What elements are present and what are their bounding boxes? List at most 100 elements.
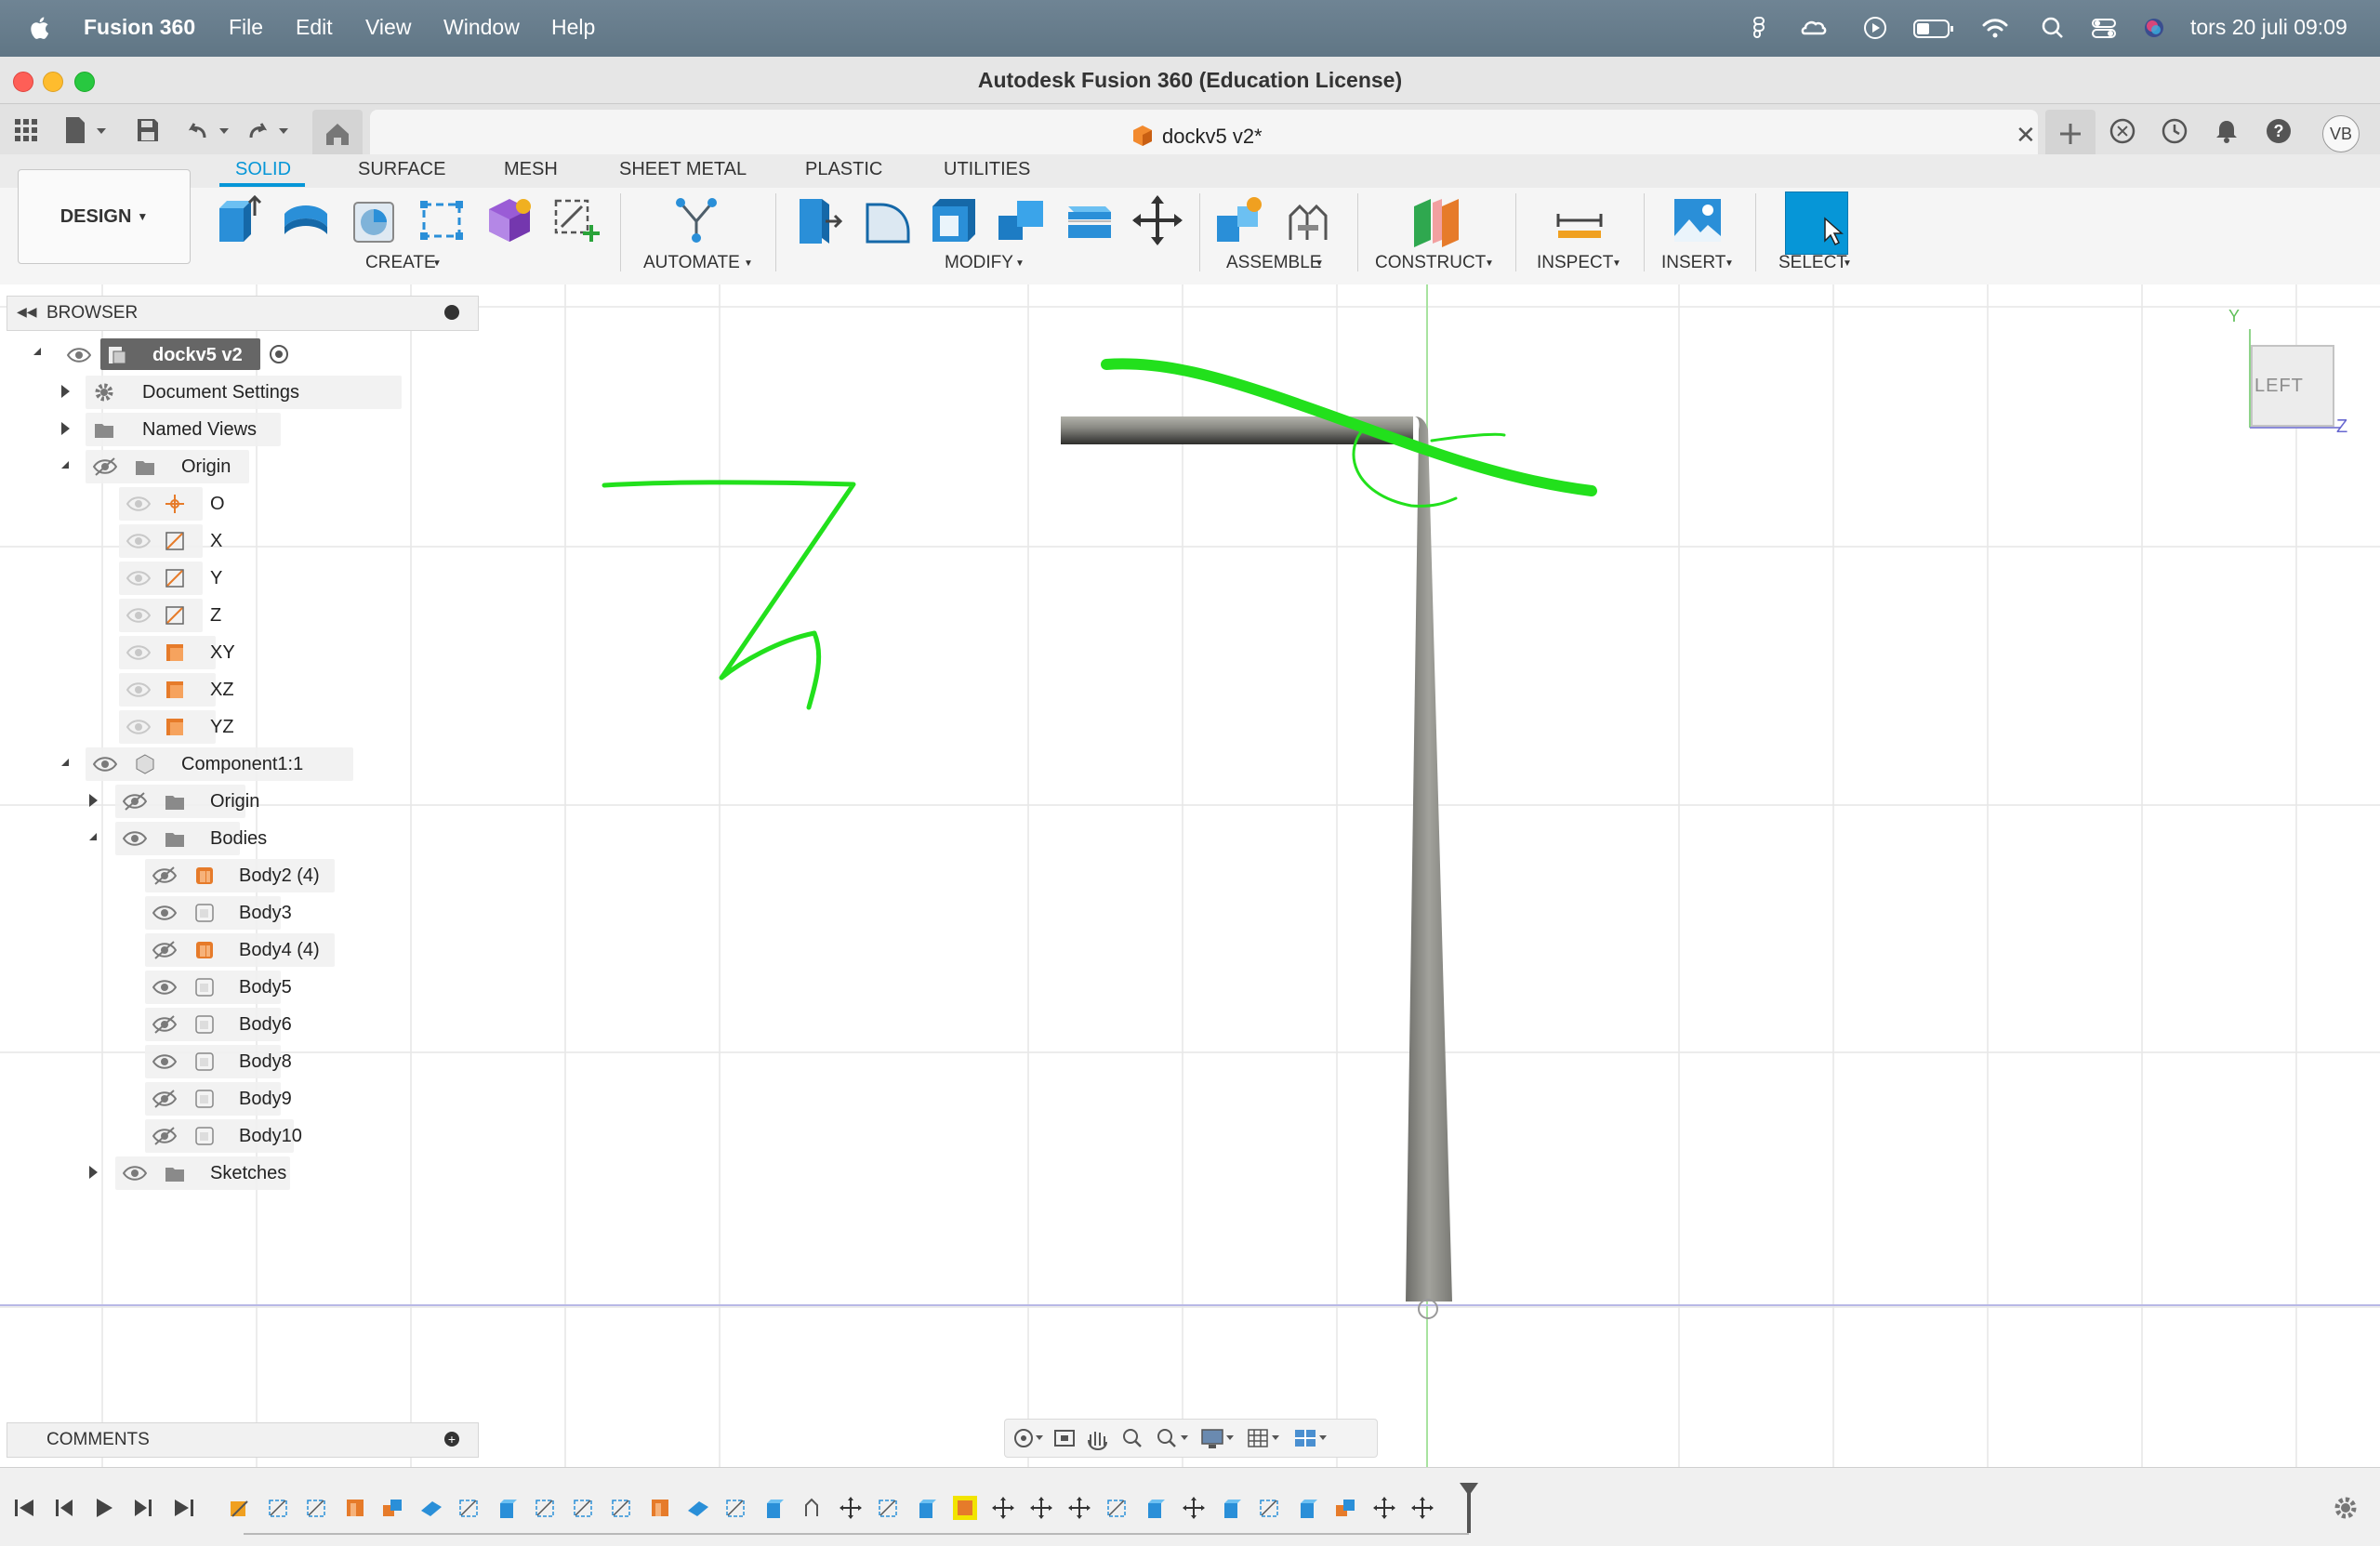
timeline-feature[interactable]: [1372, 1496, 1396, 1520]
timeline-feature[interactable]: [496, 1496, 520, 1520]
comments-panel-header[interactable]: COMMENTS +: [7, 1422, 479, 1458]
last-step-icon[interactable]: [175, 1500, 193, 1516]
tree-row[interactable]: Body2 (4): [0, 857, 483, 894]
tree-row[interactable]: Body6: [0, 1006, 483, 1043]
insert-image-icon[interactable]: [1671, 193, 1725, 247]
timeline-feature[interactable]: [800, 1496, 825, 1520]
visibility-eye-icon[interactable]: [152, 1014, 177, 1035]
battery-icon[interactable]: [1913, 19, 1954, 39]
zoom-window-icon[interactable]: [1157, 1429, 1188, 1447]
timeline-feature[interactable]: [1220, 1496, 1244, 1520]
wifi-icon[interactable]: [1981, 15, 2009, 41]
next-step-icon[interactable]: [135, 1500, 152, 1516]
tab-sheet-metal[interactable]: SHEET METAL: [619, 159, 747, 180]
measure-icon[interactable]: [1553, 193, 1606, 247]
expanded-arrow-icon[interactable]: [61, 461, 69, 469]
timeline-feature[interactable]: [457, 1496, 482, 1520]
group-insert[interactable]: INSERT: [1661, 253, 1726, 273]
viewports-icon[interactable]: [1295, 1430, 1327, 1447]
spotlight-icon[interactable]: [2039, 15, 2067, 41]
collapsed-arrow-icon[interactable]: [61, 422, 70, 435]
creative-cloud-icon[interactable]: [1800, 15, 1828, 41]
timeline-feature[interactable]: [1410, 1496, 1435, 1520]
timeline-feature[interactable]: [1144, 1496, 1168, 1520]
timeline-settings-gear-icon[interactable]: [2332, 1494, 2360, 1522]
form-icon[interactable]: [483, 193, 536, 247]
timeline-feature[interactable]: [534, 1496, 558, 1520]
visibility-eye-icon[interactable]: [152, 940, 177, 960]
collapse-panel-icon[interactable]: ◀◀: [17, 304, 37, 320]
shell-icon[interactable]: [927, 193, 981, 247]
notifications-icon[interactable]: [2213, 117, 2241, 145]
zoom-icon[interactable]: [1123, 1429, 1142, 1447]
undo-icon[interactable]: [186, 117, 232, 143]
timeline-feature[interactable]: [877, 1496, 901, 1520]
collapsed-arrow-icon[interactable]: [61, 385, 70, 398]
visibility-eye-icon[interactable]: [152, 865, 177, 886]
tab-solid[interactable]: SOLID: [235, 159, 291, 180]
job-status-icon[interactable]: [2161, 117, 2188, 145]
timeline-feature[interactable]: [648, 1496, 672, 1520]
tree-row[interactable]: O: [0, 485, 483, 522]
tree-row[interactable]: Body10: [0, 1117, 483, 1155]
create-sketch-icon[interactable]: [415, 193, 469, 247]
add-comment-icon[interactable]: +: [444, 1432, 459, 1447]
new-tab-button[interactable]: [2045, 110, 2096, 158]
tab-plastic[interactable]: PLASTIC: [805, 159, 882, 180]
press-pull-icon[interactable]: [792, 193, 846, 247]
display-settings-icon[interactable]: [1201, 1429, 1234, 1448]
timeline-feature[interactable]: [610, 1496, 634, 1520]
visibility-eye-icon[interactable]: [123, 828, 147, 849]
split-body-icon[interactable]: [1063, 193, 1117, 247]
menu-view[interactable]: View: [365, 15, 411, 40]
save-icon[interactable]: [136, 117, 160, 143]
visibility-eye-icon[interactable]: [126, 494, 151, 514]
menu-window[interactable]: Window: [443, 15, 520, 40]
group-select[interactable]: SELECT: [1778, 253, 1847, 273]
menu-help[interactable]: Help: [551, 15, 595, 40]
visibility-eye-icon[interactable]: [126, 531, 151, 551]
timeline-feature[interactable]: [572, 1496, 596, 1520]
tree-row[interactable]: X: [0, 522, 483, 560]
grid-settings-icon[interactable]: [1248, 1429, 1279, 1447]
collapsed-arrow-icon[interactable]: [89, 794, 98, 807]
group-create[interactable]: CREATE: [365, 253, 436, 273]
timeline-feature[interactable]: [419, 1496, 443, 1520]
timeline-feature[interactable]: [267, 1496, 291, 1520]
automate-icon[interactable]: [669, 193, 723, 247]
control-center-icon[interactable]: [2090, 15, 2118, 41]
redo-icon[interactable]: [245, 117, 292, 143]
combine-icon[interactable]: [995, 193, 1049, 247]
new-component-icon[interactable]: [212, 193, 266, 247]
tab-utilities[interactable]: UTILITIES: [944, 159, 1030, 180]
tree-row[interactable]: YZ: [0, 708, 483, 746]
siri-icon[interactable]: [2140, 15, 2168, 41]
group-modify[interactable]: MODIFY: [945, 253, 1013, 273]
tree-row[interactable]: Body4 (4): [0, 932, 483, 969]
menu-app-name[interactable]: Fusion 360: [84, 15, 195, 40]
visibility-eye-icon[interactable]: [93, 754, 117, 774]
close-tab-icon[interactable]: ✕: [2016, 121, 2036, 150]
tree-row[interactable]: Sketches: [0, 1155, 483, 1192]
tree-row[interactable]: Origin: [0, 783, 483, 820]
pan-icon[interactable]: [1088, 1432, 1107, 1451]
timeline-feature[interactable]: [1067, 1496, 1091, 1520]
timeline-feature[interactable]: [1105, 1496, 1130, 1520]
activate-radio-icon[interactable]: [270, 345, 288, 363]
tree-row-root[interactable]: dockv5 v2: [0, 337, 483, 374]
user-avatar[interactable]: VB: [2322, 115, 2360, 152]
create-sketch-plus-icon[interactable]: [550, 193, 604, 247]
timeline-feature[interactable]: [1258, 1496, 1282, 1520]
tree-row[interactable]: Origin: [0, 448, 483, 485]
tree-row[interactable]: XZ: [0, 671, 483, 708]
browser-panel-header[interactable]: ◀◀ BROWSER: [7, 296, 479, 331]
pole-body[interactable]: [1406, 416, 1452, 1302]
joint-icon[interactable]: [1281, 193, 1335, 247]
timeline-feature[interactable]: [724, 1496, 748, 1520]
timeline-feature[interactable]: [915, 1496, 939, 1520]
tree-row[interactable]: Z: [0, 597, 483, 634]
visibility-eye-icon[interactable]: [152, 1126, 177, 1146]
timeline-feature[interactable]: [1182, 1496, 1206, 1520]
figma-icon[interactable]: [1745, 15, 1773, 41]
tree-row[interactable]: Bodies: [0, 820, 483, 857]
